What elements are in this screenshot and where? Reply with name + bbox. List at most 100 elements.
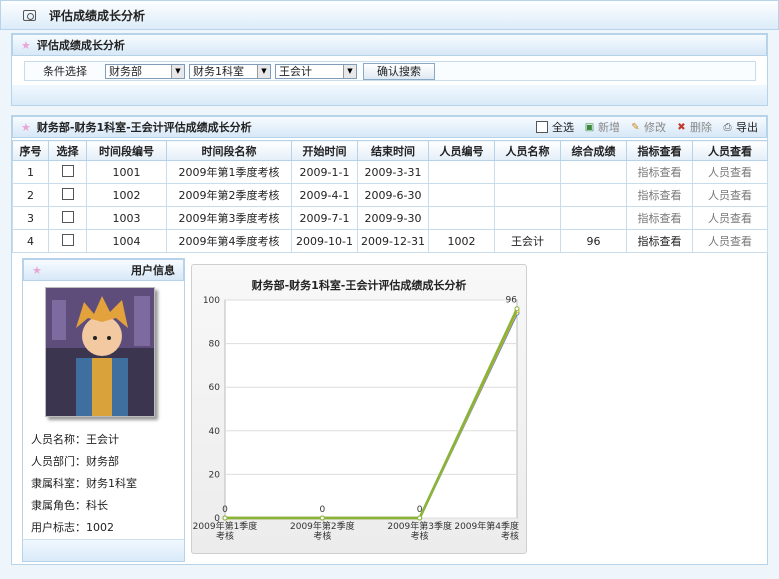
column-header: 时间段名称	[166, 140, 292, 161]
user-field-name: 人员名称：王会计	[31, 433, 119, 446]
x-tick-label: 2009年第2季度	[290, 520, 355, 532]
cell-no: 1	[12, 160, 49, 184]
data-point	[222, 515, 228, 521]
results-panel-title: 财务部-财务1科室-王会计评估成绩成长分析	[36, 121, 252, 134]
cell-person-name	[494, 160, 561, 184]
table-row: 4 1004 2009年第4季度考核 2009-10-1 2009-12-31 …	[12, 229, 768, 253]
cell-person-id: 1002	[428, 229, 495, 253]
results-panel-header: ★ 财务部-财务1科室-王会计评估成绩成长分析 全选 ▣ 新增 ✎ 修改 ✖ 删…	[12, 116, 767, 138]
row-checkbox[interactable]	[61, 210, 74, 223]
chevron-down-icon[interactable]: ▼	[257, 64, 270, 78]
add-icon: ▣	[584, 121, 595, 133]
y-tick-label: 100	[203, 296, 220, 306]
cell-person-id	[428, 183, 495, 207]
data-point	[514, 306, 520, 312]
filter-panel-header: ★ 评估成绩成长分析	[12, 34, 767, 56]
page: 评估成绩成长分析 ★ 评估成绩成长分析 条件选择 财务部 ▼ 财务1科室 ▼ 王…	[0, 0, 779, 579]
cell-person-name: 王会计	[494, 229, 561, 253]
y-tick-label: 60	[209, 383, 221, 393]
pencil-icon: ✎	[631, 121, 640, 133]
metric-view-link[interactable]: 指标查看	[626, 206, 693, 230]
column-header: 选择	[48, 140, 87, 161]
user-info-header: ★ 用户信息	[23, 259, 184, 281]
data-label: 0	[222, 505, 228, 515]
user-info-title: 用户信息	[131, 264, 175, 277]
data-point	[319, 515, 325, 521]
row-select-cell	[48, 206, 87, 230]
x-tick-label: 考核	[501, 530, 519, 542]
x-tick-label: 2009年第3季度	[387, 520, 452, 532]
search-button[interactable]: 确认搜索	[363, 62, 435, 80]
people-view-link[interactable]: 人员查看	[692, 160, 768, 184]
chevron-down-icon[interactable]: ▼	[171, 64, 184, 78]
cell-person-id	[428, 206, 495, 230]
delete-button[interactable]: ✖ 删除	[676, 119, 712, 135]
x-tick-label: 2009年第1季度	[193, 520, 258, 532]
user-field-role: 隶属角色：科长	[31, 499, 108, 512]
plot-area	[224, 299, 518, 519]
edit-button[interactable]: ✎ 修改	[630, 119, 666, 135]
add-button[interactable]: ▣ 新增	[584, 119, 620, 135]
data-label: 0	[319, 505, 325, 515]
metric-view-link[interactable]: 指标查看	[626, 183, 693, 207]
cell-name: 2009年第3季度考核	[166, 206, 292, 230]
cell-score	[560, 183, 627, 207]
row-checkbox[interactable]	[61, 233, 74, 246]
filter-panel-title: 评估成绩成长分析	[36, 39, 125, 52]
row-select-cell	[48, 183, 87, 207]
column-header: 指标查看	[626, 140, 693, 161]
metric-view-link[interactable]: 指标查看	[626, 160, 693, 184]
filter-panel-footer	[12, 85, 767, 105]
cell-code: 1002	[86, 183, 167, 207]
people-view-link[interactable]: 人员查看	[692, 229, 768, 253]
edit-label: 修改	[644, 121, 666, 134]
metric-view-link[interactable]: 指标查看	[626, 229, 693, 253]
add-label: 新增	[598, 121, 620, 134]
cell-person-name	[494, 183, 561, 207]
filter-row: 条件选择 财务部 ▼ 财务1科室 ▼ 王会计 ▼ 确认搜索	[24, 61, 756, 81]
cell-score	[560, 206, 627, 230]
cell-person-id	[428, 160, 495, 184]
data-label: 0	[417, 505, 423, 515]
column-header: 综合成绩	[560, 140, 627, 161]
x-tick-label: 考核	[216, 530, 234, 542]
growth-chart: 财务部-财务1科室-王会计评估成绩成长分析 0 20 40 60 80 100 2009年第…	[191, 264, 527, 554]
cell-start: 2009-1-1	[291, 160, 358, 184]
office-select-value: 财务1科室	[193, 65, 244, 78]
department-select-value: 财务部	[109, 65, 142, 78]
select-all-label: 全选	[552, 121, 574, 134]
window-titlebar: 评估成绩成长分析	[0, 0, 779, 30]
y-tick-label: 20	[209, 470, 221, 480]
user-field-office: 隶属科室：财务1科室	[31, 477, 137, 490]
table-header-row: 序号 选择 时间段编号 时间段名称 开始时间 结束时间 人员编号 人员名称 综合…	[12, 140, 768, 161]
checkbox-icon[interactable]	[536, 121, 548, 133]
export-button[interactable]: ⎙ 导出	[722, 119, 759, 135]
row-checkbox[interactable]	[61, 187, 74, 200]
cell-name: 2009年第2季度考核	[166, 183, 292, 207]
cell-name: 2009年第4季度考核	[166, 229, 292, 253]
table-row: 3 1003 2009年第3季度考核 2009-7-1 2009-9-30 指标…	[12, 206, 768, 230]
department-select[interactable]: 财务部 ▼	[105, 63, 185, 79]
select-all-button[interactable]: 全选	[536, 119, 574, 135]
user-info-list: 人员名称：王会计 人员部门：财务部 隶属科室：财务1科室 隶属角色：科长 用户标…	[31, 429, 137, 539]
star-icon: ★	[32, 263, 42, 277]
results-panel: ★ 财务部-财务1科室-王会计评估成绩成长分析 全选 ▣ 新增 ✎ 修改 ✖ 删…	[11, 115, 768, 565]
y-tick-label: 40	[209, 427, 221, 437]
office-select[interactable]: 财务1科室 ▼	[189, 63, 271, 79]
column-header: 人员查看	[692, 140, 768, 161]
table-row: 2 1002 2009年第2季度考核 2009-4-1 2009-6-30 指标…	[12, 183, 768, 207]
people-view-link[interactable]: 人员查看	[692, 183, 768, 207]
column-header: 开始时间	[291, 140, 358, 161]
person-select-value: 王会计	[279, 65, 312, 78]
delete-icon: ✖	[677, 121, 686, 133]
data-label: 96	[506, 296, 518, 306]
chevron-down-icon[interactable]: ▼	[343, 64, 356, 78]
cell-start: 2009-4-1	[291, 183, 358, 207]
cell-end: 2009-12-31	[357, 229, 429, 253]
toolbar: 全选 ▣ 新增 ✎ 修改 ✖ 删除 ⎙ 导出	[526, 119, 758, 135]
x-tick-label: 考核	[411, 530, 429, 542]
people-view-link[interactable]: 人员查看	[692, 206, 768, 230]
camera-icon	[23, 9, 36, 21]
person-select[interactable]: 王会计 ▼	[275, 63, 357, 79]
row-checkbox[interactable]	[61, 164, 74, 177]
